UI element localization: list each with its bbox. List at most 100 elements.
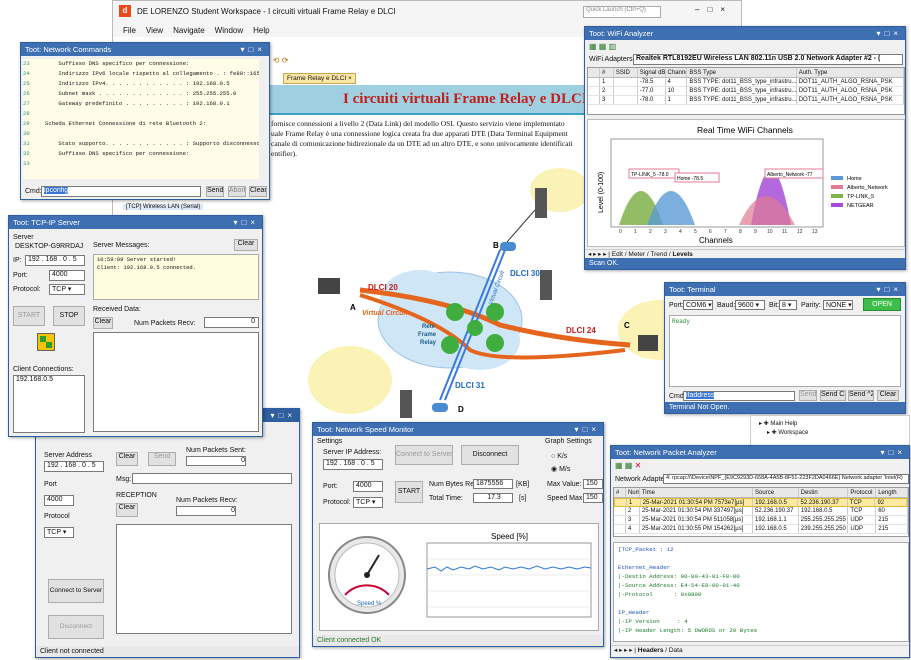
protocol-label: Protocol: <box>323 499 351 506</box>
send-button[interactable]: Send <box>206 186 224 197</box>
table-row[interactable]: 3 25-Mar-2021 01:30:54 PM 511058[µs] 192.1… <box>614 516 908 525</box>
svg-text:Alberto_Network: Alberto_Network <box>847 185 888 191</box>
table-row[interactable]: 2 -77.0 10 BSS TYPE: dot11_BSS_type_infrast… <box>588 87 904 96</box>
window-titlebar[interactable]: Toot: Terminal ▾□× <box>665 283 905 296</box>
label-virtual-circuit-1: Virtual Circuit <box>362 310 408 317</box>
mbs-radio[interactable]: ◉ M/s <box>551 465 570 473</box>
window-titlebar[interactable]: Toot: Network Packet Analyzer ▾□× <box>611 446 909 459</box>
window-controls[interactable]: ▾□× <box>233 216 259 229</box>
open-button[interactable]: OPEN <box>863 298 901 311</box>
ip-input[interactable]: 192 . 168 . 0 . 5 <box>25 255 85 266</box>
clients-list[interactable]: 192.168.0.5 <box>13 375 85 433</box>
send-z-button[interactable]: Send ^Z <box>848 390 874 401</box>
output-line: 29 Scheda Ethernet Connessione di rete Bl… <box>23 119 259 129</box>
clear-received-button[interactable]: Clear <box>93 317 113 329</box>
baud-select[interactable]: 9600 ▾ <box>735 300 765 310</box>
msg-input[interactable] <box>132 473 292 484</box>
cmd-input[interactable]: ifaddress <box>683 391 795 401</box>
table-row[interactable]: 1 -78.5 4 BSS TYPE: dot11_BSS_type_infrastr… <box>588 78 904 87</box>
clear-messages-button[interactable]: Clear <box>234 239 258 251</box>
ide-titlebar: d DE LORENZO Student Workspace - I circu… <box>113 1 741 23</box>
doc-tab[interactable]: Frame Relay e DLCI × <box>283 73 356 84</box>
tree-item-workspace[interactable]: ▸ ✚ Workspace <box>759 429 901 438</box>
protocol-select[interactable]: TCP ▾ <box>49 284 85 295</box>
quick-search-input[interactable]: Quick Launch (Ctrl+Q) <box>583 6 661 18</box>
connect-button[interactable]: Connect to Server <box>48 579 104 603</box>
tree-tail[interactable]: [TCP] Wireless LAN (Serial) <box>123 204 204 210</box>
send-cr-button[interactable]: Send CR <box>820 390 846 401</box>
tab-meter[interactable]: Meter <box>628 251 645 258</box>
window-titlebar[interactable]: Toot: TCP-IP Server ▾□× <box>9 216 262 229</box>
disconnect-button[interactable]: Disconnect <box>461 445 519 465</box>
menu-window[interactable]: Window <box>215 26 243 35</box>
port-input[interactable]: 4000 <box>44 495 74 506</box>
tab-trend[interactable]: Trend <box>650 251 667 258</box>
tcp-server-window: Toot: TCP-IP Server ▾□× Server DESKTOP-G9… <box>8 215 263 437</box>
port-input[interactable]: 4000 <box>49 270 85 281</box>
tab-data[interactable]: Data <box>669 647 683 654</box>
adapter-select[interactable]: Realtek RTL8192EU Wireless LAN 802.11n U… <box>633 54 903 65</box>
window-controls[interactable]: ▾□× <box>880 446 906 459</box>
clear-button[interactable]: Clear <box>249 186 267 197</box>
cmd-input[interactable]: ipconfig <box>41 186 201 197</box>
window-titlebar[interactable]: Toot: Network Commands ▾□× <box>21 43 269 56</box>
table-row[interactable]: 4 25-Mar-2021 01:30:55 PM 154262[µs] 192.1… <box>614 525 908 534</box>
table-row[interactable]: 1 25-Mar-2021 01:30:54 PM 7573e7[µs] 192.1… <box>614 498 908 507</box>
protocol-select[interactable]: TCP ▾ <box>44 527 74 538</box>
abort-button[interactable]: Abort <box>228 186 246 197</box>
ide-toolbar: ▦ ⟲ ⟳ <box>263 56 289 65</box>
tree-item-main-help[interactable]: ▸ ✚ Main Help <box>759 420 901 429</box>
stop-button[interactable]: STOP <box>53 306 85 326</box>
svg-text:Alberto_Network -77: Alberto_Network -77 <box>767 172 813 178</box>
table-row[interactable]: 3 -78.0 1 BSS TYPE: dot11_BSS_type_infrastr… <box>588 96 904 105</box>
start-button[interactable]: START <box>13 306 45 326</box>
start-button[interactable]: START <box>395 481 423 503</box>
tab-levels[interactable]: Levels <box>673 251 693 258</box>
menu-file[interactable]: File <box>123 26 136 35</box>
adapter-select[interactable]: 4: rpcap://\Device\NPF_{E9C9293D-658A-4A… <box>663 474 909 484</box>
status-bar: Client connected OK <box>313 635 603 646</box>
line-text: Subnet mask . . . . . . . . . . . . . : … <box>45 90 237 97</box>
speed-max-label: Speed Max: <box>547 495 585 502</box>
clear-button[interactable]: Clear <box>877 390 899 401</box>
window-titlebar[interactable]: Toot: Network Speed Monitor ▾□× <box>313 423 603 436</box>
parity-select[interactable]: NONE ▾ <box>823 300 853 310</box>
speed-max-value: 150 <box>583 493 603 503</box>
protocol-select[interactable]: TCP ▾ <box>353 497 383 508</box>
label-c: C <box>624 321 630 330</box>
page-title: I circuiti virtuali Frame Relay e DLCI <box>343 91 588 107</box>
window-controls[interactable]: ▾□× <box>270 409 296 422</box>
send-button[interactable]: Send <box>799 390 817 401</box>
disconnect-button[interactable]: Disconnect <box>48 615 104 639</box>
clear-reception-button[interactable]: Clear <box>116 503 138 517</box>
window-controls[interactable]: ▾□× <box>876 27 902 40</box>
window-controls[interactable]: –□× <box>695 5 733 14</box>
menu-view[interactable]: View <box>146 26 163 35</box>
gauge-label: Speed % <box>357 601 382 607</box>
window-controls[interactable]: ▾□× <box>574 423 600 436</box>
clear-button[interactable]: Clear <box>116 452 138 466</box>
table-row[interactable]: 2 25-Mar-2021 01:30:54 PM 337497[µs] 52.23… <box>614 507 908 516</box>
menu-navigate[interactable]: Navigate <box>173 26 205 35</box>
window-controls[interactable]: ▾□× <box>240 43 266 56</box>
tab-headers[interactable]: Headers <box>638 647 664 654</box>
port-select[interactable]: COM6 ▾ <box>683 300 713 310</box>
line-text: Suffisso DNS specifico per connessione: <box>45 150 190 157</box>
send-button[interactable]: Send <box>148 452 176 466</box>
server-address-label: Server Address <box>44 452 92 459</box>
port-input[interactable]: 4000 <box>353 481 383 492</box>
tab-edit[interactable]: Edit <box>612 251 623 258</box>
window-titlebar[interactable]: Toot: WiFi Analyzer ▾□× <box>585 27 905 40</box>
bytes-value: 1875556 <box>473 479 513 489</box>
detail-line: IP_Header <box>618 609 650 616</box>
wifi-chart-title: Real Time WiFi Channels <box>697 125 793 135</box>
server-messages: 10:59:09 Server started! Client: 192.168.… <box>93 254 259 300</box>
server-ip-input[interactable]: 192 . 168 . 0 . 5 <box>323 459 383 470</box>
bit-select[interactable]: 8 ▾ <box>779 300 797 310</box>
connect-button[interactable]: Connect to Server <box>395 445 453 465</box>
kbs-radio[interactable]: ○ K/s <box>551 453 567 460</box>
ip-input[interactable]: 192 . 168 . 0 . 5 <box>44 461 104 472</box>
menu-help[interactable]: Help <box>253 26 269 35</box>
window-controls[interactable]: ▾□× <box>876 283 902 296</box>
max-value[interactable]: 150 <box>583 479 603 489</box>
